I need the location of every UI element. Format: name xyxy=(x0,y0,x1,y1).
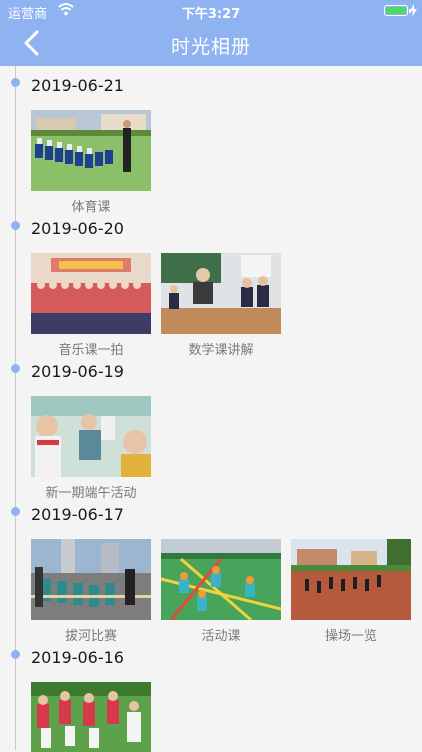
photo-thumbnail xyxy=(291,539,411,620)
status-bar: 运营商 下午3:27 xyxy=(0,0,422,22)
photo-row xyxy=(31,682,151,752)
photo-thumbnail xyxy=(31,253,151,334)
group-date: 2019-06-16 xyxy=(31,648,124,667)
photo-row: 新一期端午活动 xyxy=(31,396,151,501)
photo-thumbnail xyxy=(31,110,151,191)
timeline-dot xyxy=(11,364,20,373)
group-date: 2019-06-20 xyxy=(31,219,124,238)
timeline[interactable]: 2019-06-21 体育课 2019-06-20 音乐课一拍 数学课讲解 20… xyxy=(0,66,422,752)
photo-item[interactable] xyxy=(31,682,151,752)
photo-caption: 体育课 xyxy=(71,200,111,215)
charging-icon xyxy=(410,4,417,17)
page-title: 时光相册 xyxy=(170,36,251,58)
photo-item[interactable]: 拔河比赛 xyxy=(31,539,151,644)
photo-thumbnail xyxy=(31,539,151,620)
photo-caption: 活动课 xyxy=(201,629,241,644)
photo-row: 体育课 xyxy=(31,110,151,215)
photo-item[interactable]: 数学课讲解 xyxy=(161,253,281,358)
timeline-dot xyxy=(11,78,20,87)
group-date: 2019-06-19 xyxy=(31,362,124,381)
group-date: 2019-06-17 xyxy=(31,505,124,524)
photo-item[interactable]: 操场一览 xyxy=(291,539,411,644)
photo-thumbnail xyxy=(31,396,151,477)
photo-caption: 拔河比赛 xyxy=(64,629,117,644)
photo-row: 拔河比赛 活动课 操场一览 xyxy=(31,539,411,644)
timeline-line xyxy=(15,66,16,750)
timeline-dot xyxy=(11,650,20,659)
photo-row: 音乐课一拍 数学课讲解 xyxy=(31,253,281,358)
nav-header: 运营商 下午3:27 时光相册 xyxy=(0,0,422,66)
status-time: 下午3:27 xyxy=(181,7,241,22)
photo-item[interactable]: 活动课 xyxy=(161,539,281,644)
photo-thumbnail xyxy=(161,539,281,620)
battery-icon xyxy=(384,5,411,16)
photo-caption: 数学课讲解 xyxy=(188,343,254,358)
photo-item[interactable]: 音乐课一拍 xyxy=(31,253,151,358)
timeline-dot xyxy=(11,507,20,516)
timeline-dot xyxy=(11,221,20,230)
photo-item[interactable]: 新一期端午活动 xyxy=(31,396,151,501)
photo-thumbnail xyxy=(161,253,281,334)
photo-caption: 音乐课一拍 xyxy=(58,343,124,358)
photo-thumbnail xyxy=(31,682,151,752)
photo-caption: 操场一览 xyxy=(324,629,377,644)
photo-caption: 新一期端午活动 xyxy=(45,486,137,501)
group-date: 2019-06-21 xyxy=(31,76,124,95)
photo-item[interactable]: 体育课 xyxy=(31,110,151,215)
